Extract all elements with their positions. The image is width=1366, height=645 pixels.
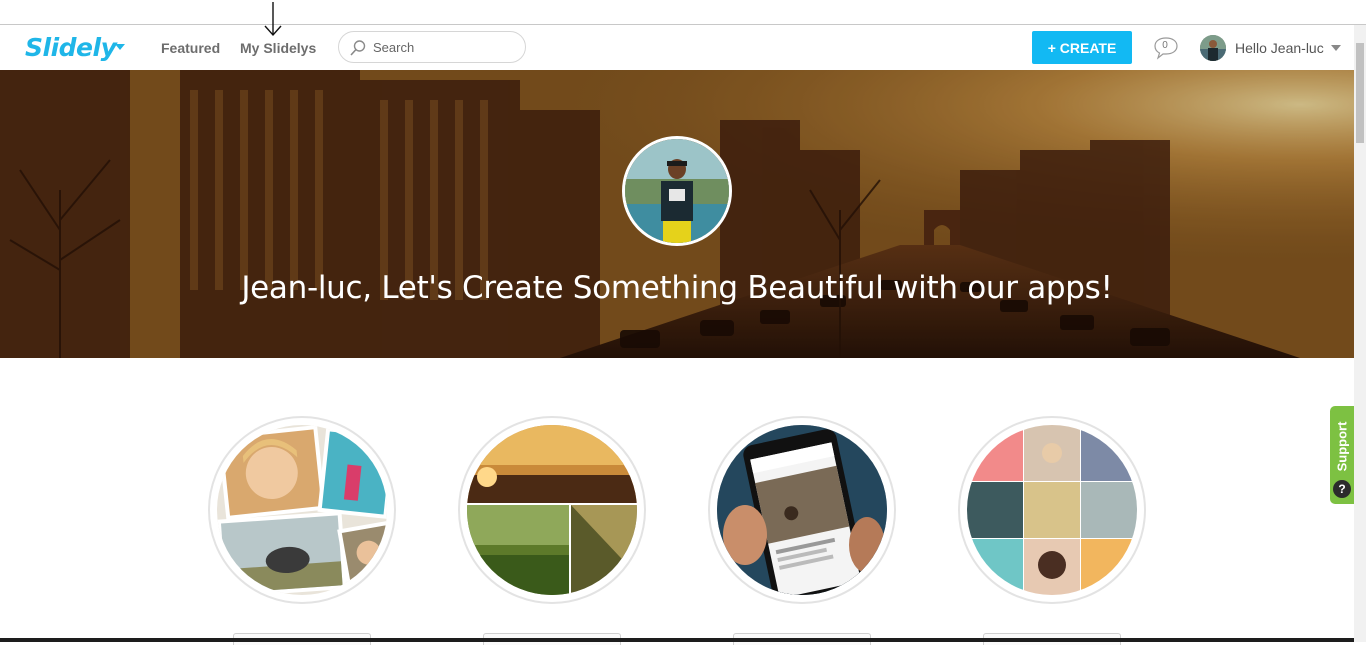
chevron-down-icon[interactable] <box>1331 45 1341 51</box>
user-avatar[interactable] <box>1200 35 1226 61</box>
hero-title: Jean-luc, Let's Create Something Beautif… <box>241 270 1113 306</box>
top-navigation-bar: Slidely Featured My Slidelys + CREATE 0 … <box>0 25 1354 70</box>
search-box[interactable] <box>338 31 526 63</box>
nav-featured-link[interactable]: Featured <box>161 40 220 56</box>
support-tab[interactable]: Support ? <box>1330 406 1354 504</box>
search-icon[interactable] <box>349 39 367 57</box>
user-greeting[interactable]: Hello Jean-luc <box>1235 40 1324 56</box>
scrollbar-thumb[interactable] <box>1356 43 1364 143</box>
chevron-down-icon[interactable] <box>115 44 125 50</box>
browser-top-strip <box>0 0 1366 25</box>
notification-count: 0 <box>1162 40 1168 51</box>
notifications-button[interactable]: 0 <box>1153 36 1179 60</box>
create-button[interactable]: + CREATE <box>1032 31 1132 64</box>
app-landscape-photos[interactable] <box>458 416 646 604</box>
support-label: Support <box>1334 421 1350 472</box>
search-input[interactable] <box>373 38 518 56</box>
page-scrollbar[interactable] <box>1354 25 1366 642</box>
hero-banner: Jean-luc, Let's Create Something Beautif… <box>0 70 1354 358</box>
app-photo-collage[interactable] <box>208 416 396 604</box>
slidely-logo[interactable]: Slidely <box>25 33 117 62</box>
app-mobile[interactable] <box>708 416 896 604</box>
hero-user-avatar[interactable] <box>622 136 732 246</box>
app-grid-collage[interactable] <box>958 416 1146 604</box>
help-icon: ? <box>1333 480 1351 498</box>
taskbar-edge <box>0 638 1354 642</box>
nav-my-slidelys-link[interactable]: My Slidelys <box>240 40 316 56</box>
annotation-arrow-icon <box>264 2 282 37</box>
